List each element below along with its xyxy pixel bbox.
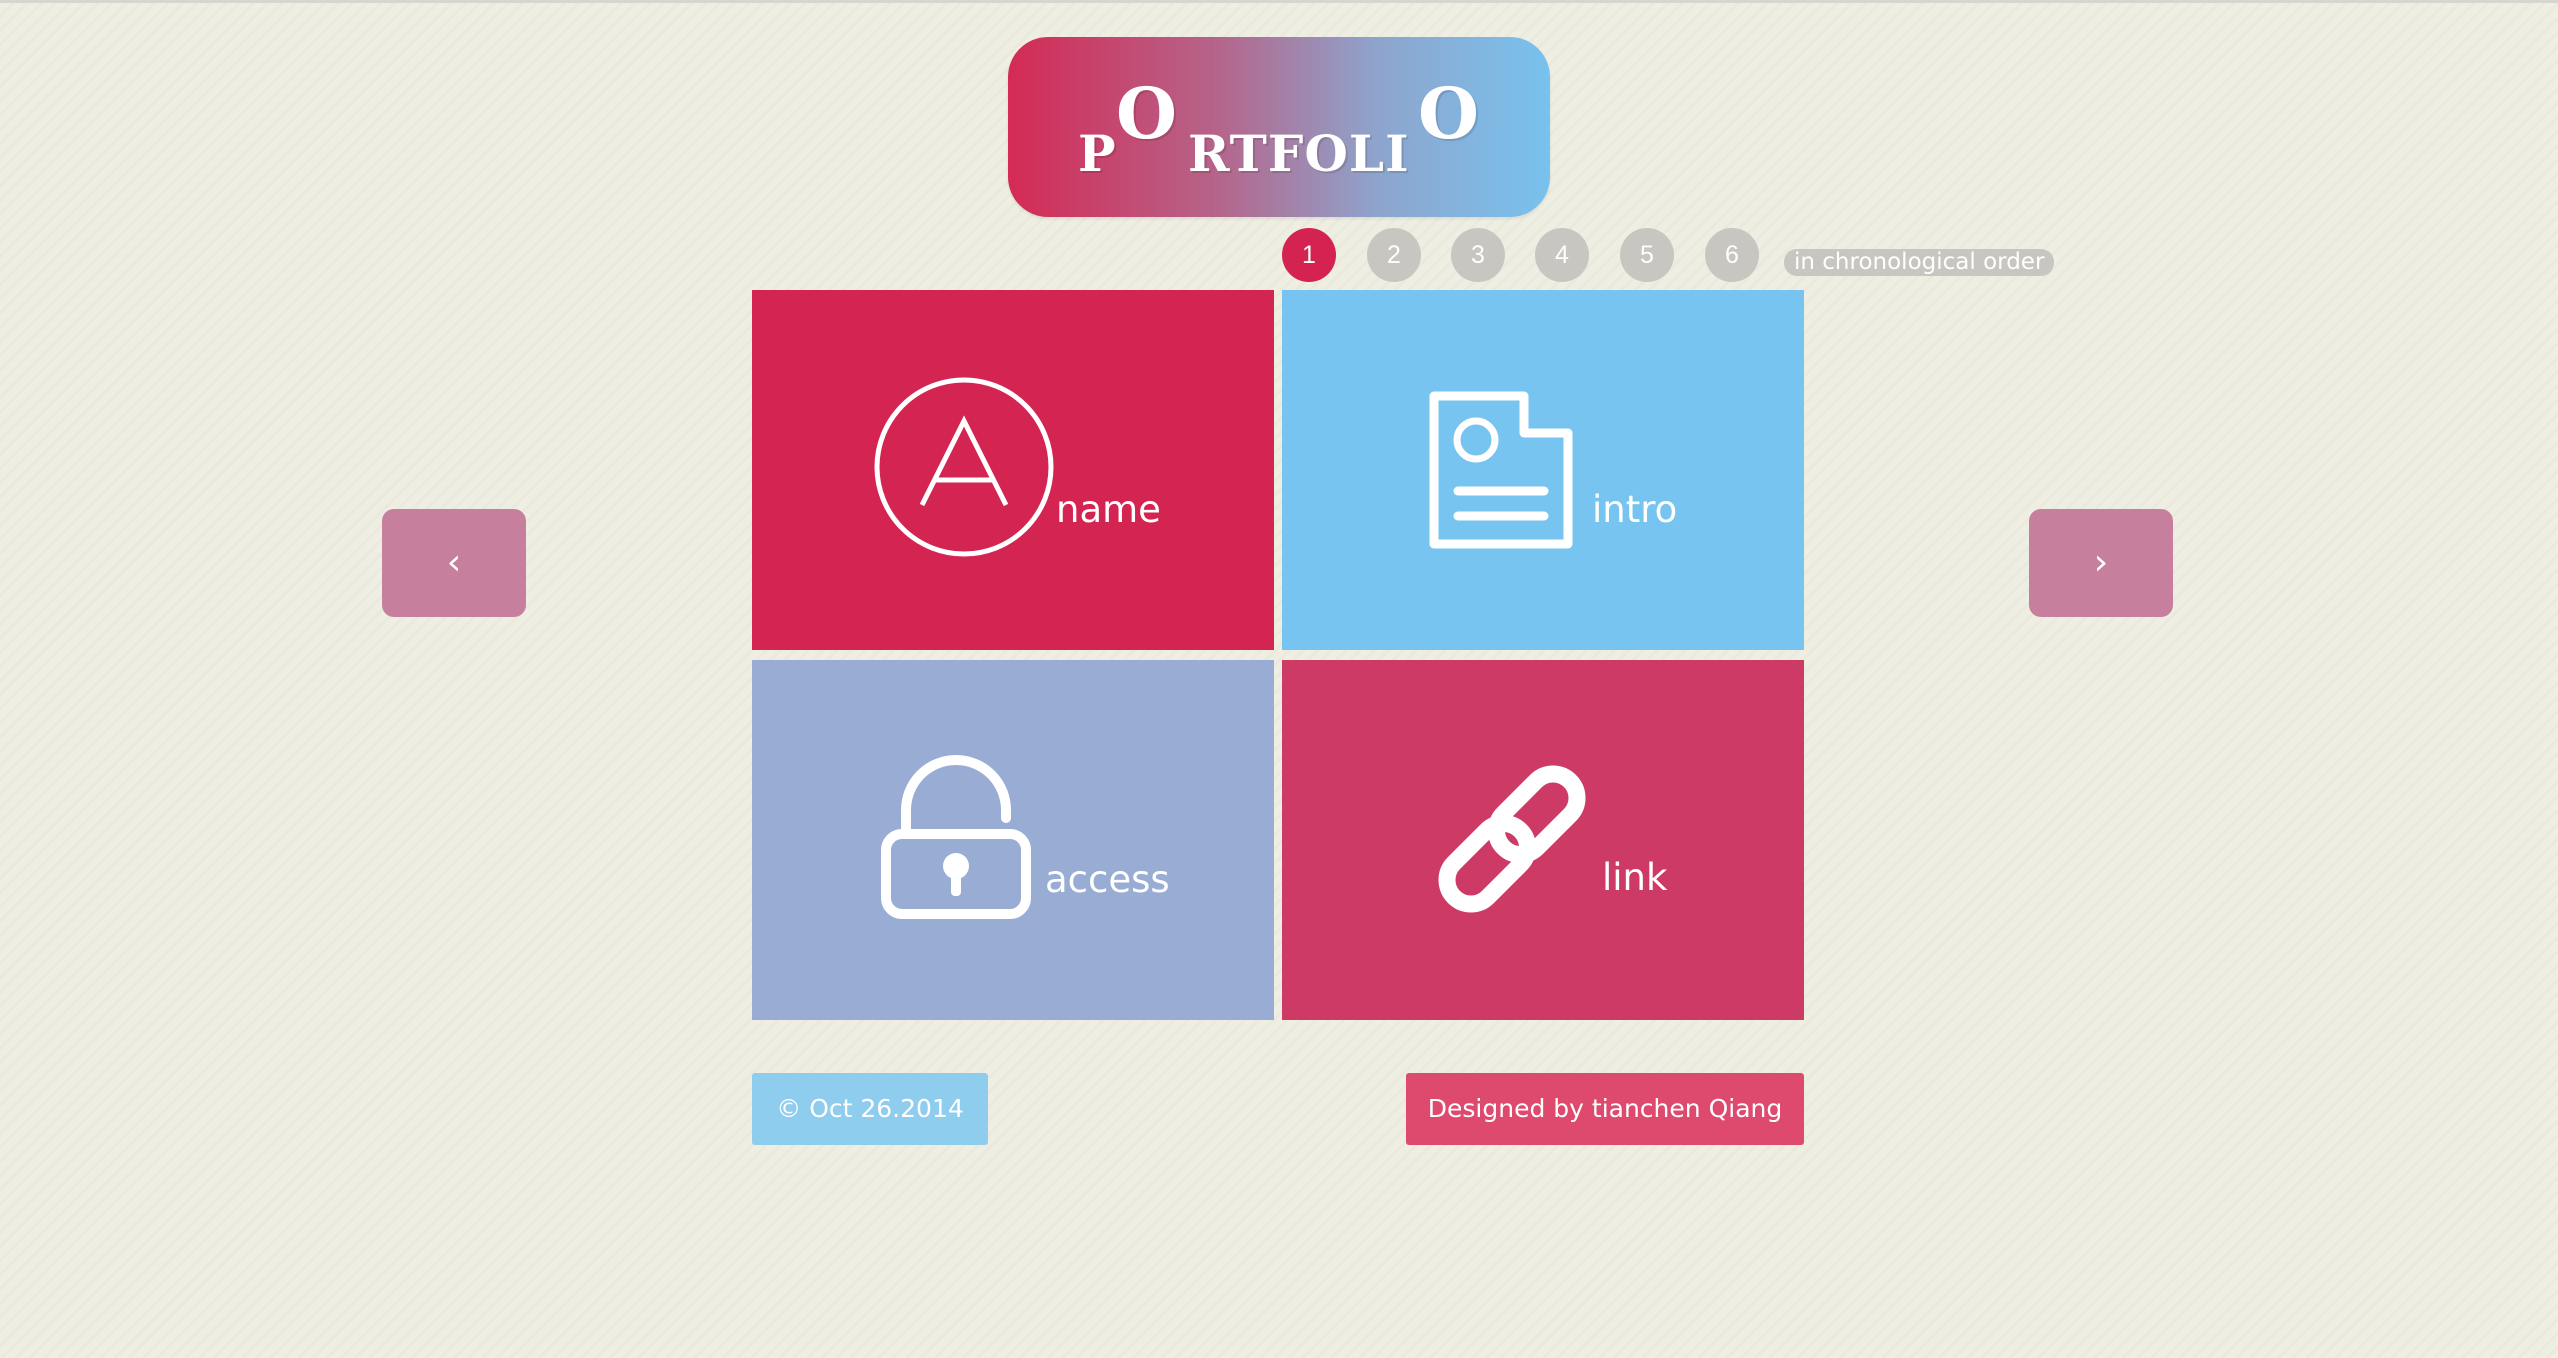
- next-arrow-button[interactable]: ›: [2029, 509, 2173, 617]
- page-4-button[interactable]: 4: [1535, 228, 1589, 282]
- intro-tile[interactable]: intro: [1282, 290, 1804, 650]
- designer-credit-badge: Designed by tianchen Qiang: [1406, 1073, 1804, 1145]
- chain-link-icon: [1438, 765, 1586, 913]
- page-1-button[interactable]: 1: [1282, 228, 1336, 282]
- previous-arrow-button[interactable]: ‹: [382, 509, 526, 617]
- link-tile-label: link: [1602, 856, 1668, 899]
- top-border: [0, 0, 2558, 3]
- page-2-button[interactable]: 2: [1367, 228, 1421, 282]
- chevron-right-icon: ›: [2093, 542, 2109, 583]
- padlock-icon: [881, 755, 1031, 919]
- document-profile-icon: [1429, 391, 1573, 549]
- page-3-button[interactable]: 3: [1451, 228, 1505, 282]
- chevron-left-icon: ‹: [446, 542, 462, 583]
- name-tile-label: name: [1056, 488, 1161, 531]
- logo-letter-o-first: O: [1116, 72, 1177, 155]
- copyright-date-badge: © Oct 26.2014: [752, 1073, 988, 1145]
- chronological-order-label: in chronological order: [1784, 249, 2055, 276]
- intro-tile-label: intro: [1592, 488, 1678, 531]
- logo-letter-p: P: [1078, 124, 1116, 183]
- link-tile[interactable]: link: [1282, 660, 1804, 1020]
- access-tile-label: access: [1045, 858, 1170, 901]
- letter-a-circle-icon: [874, 377, 1054, 557]
- page-5-button[interactable]: 5: [1620, 228, 1674, 282]
- name-tile[interactable]: name: [752, 290, 1274, 650]
- portfolio-logo: P O RTFOLI O: [1008, 37, 1550, 217]
- access-tile[interactable]: access: [752, 660, 1274, 1020]
- logo-letters-rtfoli: RTFOLI: [1188, 124, 1410, 183]
- logo-letter-o-last: O: [1418, 72, 1479, 155]
- page-6-button[interactable]: 6: [1705, 228, 1759, 282]
